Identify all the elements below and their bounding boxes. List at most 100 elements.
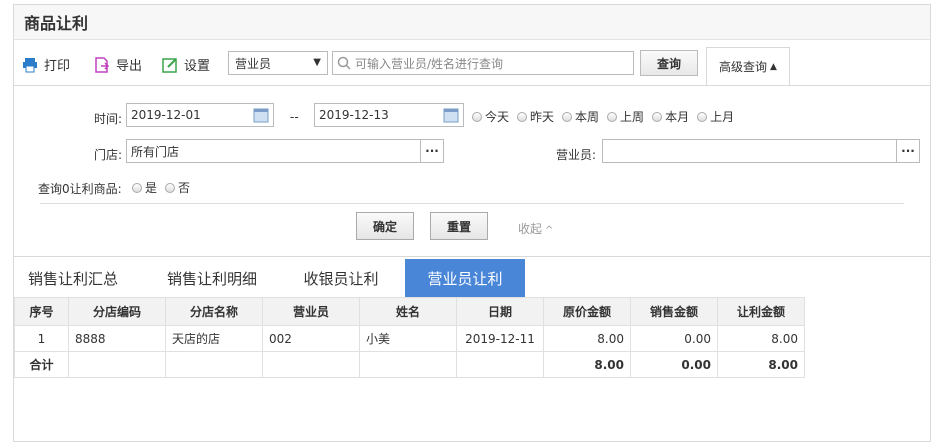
col-header: 让利金额 (717, 297, 805, 326)
radio-circle (652, 111, 663, 122)
search-field-value: 营业员 (235, 56, 272, 71)
cell-discount-amount: 8.00 (717, 325, 805, 352)
radio-label: 本周 (575, 110, 600, 124)
search-input[interactable]: 可输入营业员/姓名进行查询 (332, 51, 634, 75)
radio-no[interactable]: 否 (165, 179, 190, 196)
radio-label: 昨天 (530, 110, 555, 124)
cell-store-code: 8888 (68, 325, 166, 352)
clerk-input[interactable]: ··· (602, 139, 920, 163)
cell-total-discount: 8.00 (717, 351, 805, 378)
advanced-filter-panel: 时间: 2019-12-01 -- 2019-12-13 今天 昨天 本周 上周 本月 上… (14, 85, 930, 258)
edit-icon (162, 57, 177, 73)
advanced-query-label: 高级查询 (719, 60, 768, 74)
page-title: 商品让利 (24, 14, 89, 33)
settings-button[interactable]: 设置 (162, 55, 210, 74)
radio-yes[interactable]: 是 (132, 179, 157, 196)
store-value: 所有门店 (131, 144, 180, 159)
calendar-icon[interactable] (443, 107, 459, 123)
col-header: 营业员 (262, 297, 360, 326)
chevron-up-icon: ^ (545, 225, 554, 236)
time-label: 时间: (94, 112, 123, 126)
collapse-link[interactable]: 收起 ^ (518, 220, 553, 237)
store-label: 门店: (94, 148, 123, 162)
print-label: 打印 (44, 59, 71, 74)
report-tabs: 销售让利汇总 销售让利明细 收银员让利 营业员让利 (14, 256, 930, 297)
cell-index: 1 (14, 325, 69, 352)
cell-date: 2019-12-11 (456, 325, 544, 352)
collapse-label: 收起 (518, 222, 543, 236)
radio-today[interactable]: 今天 (472, 108, 509, 125)
radio-circle (517, 111, 528, 122)
cell-store-name: 天店的店 (165, 325, 263, 352)
reset-button[interactable]: 重置 (430, 212, 488, 240)
date-to-value: 2019-12-13 (319, 108, 389, 122)
cell-name: 小美 (359, 325, 457, 352)
store-input[interactable]: 所有门店 ··· (126, 139, 444, 163)
col-header: 分店名称 (165, 297, 263, 326)
more-icon[interactable]: ··· (896, 139, 920, 163)
search-icon (337, 56, 351, 70)
quick-range-group: 今天 昨天 本周 上周 本月 上月 (472, 108, 742, 125)
tab-sales-discount-summary[interactable]: 销售让利汇总 (18, 259, 128, 297)
advanced-query-tab[interactable]: 高级查询 ▲ (706, 47, 790, 85)
range-separator: -- (290, 110, 299, 124)
cell-sales-amount: 0.00 (630, 325, 718, 352)
confirm-button[interactable]: 确定 (356, 212, 414, 240)
tab-clerk-discount[interactable]: 营业员让利 (405, 259, 525, 297)
zero-discount-group: 是否 (132, 179, 198, 196)
export-label: 导出 (116, 59, 143, 74)
radio-label: 是 (145, 181, 158, 195)
date-from-input[interactable]: 2019-12-01 (126, 103, 274, 127)
main-window: 商品让利 打印 导出 设置 营业员 ▼ 可输入营业员/姓名进行查询 查询 高级查… (13, 4, 931, 442)
cell-original-amount: 8.00 (543, 325, 631, 352)
col-header: 日期 (456, 297, 544, 326)
col-header: 销售金额 (630, 297, 718, 326)
radio-label: 今天 (485, 110, 510, 124)
radio-circle (472, 111, 482, 122)
divider (40, 203, 904, 204)
col-header: 原价金额 (543, 297, 631, 326)
toolbar: 打印 导出 设置 营业员 ▼ 可输入营业员/姓名进行查询 查询 高级查询 ▲ (14, 47, 930, 85)
cell-empty (165, 351, 263, 378)
table-row[interactable]: 1 8888 天店的店 002 小美 2019-12-11 8.00 0.00 … (14, 325, 805, 352)
radio-label: 本月 (665, 110, 690, 124)
radio-this-week[interactable]: 本周 (562, 108, 599, 125)
tab-sales-discount-detail[interactable]: 销售让利明细 (154, 259, 270, 297)
export-icon (95, 56, 110, 73)
date-from-value: 2019-12-01 (131, 108, 201, 122)
radio-this-month[interactable]: 本月 (652, 108, 689, 125)
query-button[interactable]: 查询 (640, 50, 698, 76)
radio-circle (562, 111, 573, 122)
radio-circle (697, 111, 708, 122)
col-header: 分店编码 (68, 297, 166, 326)
radio-last-month[interactable]: 上月 (697, 108, 734, 125)
cell-empty (262, 351, 360, 378)
caret-up-icon: ▲ (770, 61, 777, 72)
table-header-row: 序号 分店编码 分店名称 营业员 姓名 日期 原价金额 销售金额 让利金额 (14, 297, 805, 326)
calendar-icon[interactable] (253, 107, 269, 123)
chevron-down-icon: ▼ (313, 57, 321, 68)
date-to-input[interactable]: 2019-12-13 (314, 103, 464, 127)
cell-empty (359, 351, 457, 378)
clerk-label: 营业员: (556, 148, 597, 162)
zero-discount-label: 查询0让利商品: (38, 182, 122, 196)
cell-total-label: 合计 (14, 351, 69, 378)
cell-total-sales: 0.00 (630, 351, 718, 378)
more-icon[interactable]: ··· (420, 139, 444, 163)
printer-icon (23, 57, 37, 72)
cell-total-original: 8.00 (543, 351, 631, 378)
radio-circle (607, 111, 618, 122)
radio-yesterday[interactable]: 昨天 (517, 108, 554, 125)
settings-label: 设置 (184, 59, 211, 74)
radio-label: 上月 (710, 110, 735, 124)
cell-empty (68, 351, 166, 378)
discount-table: 序号 分店编码 分店名称 营业员 姓名 日期 原价金额 销售金额 让利金额 1 … (14, 297, 805, 378)
print-button[interactable]: 打印 (22, 55, 70, 74)
radio-last-week[interactable]: 上周 (607, 108, 644, 125)
export-button[interactable]: 导出 (94, 55, 142, 74)
title-bar: 商品让利 (14, 5, 930, 40)
tab-cashier-discount[interactable]: 收银员让利 (292, 259, 390, 297)
cell-clerk: 002 (262, 325, 360, 352)
radio-label: 上周 (620, 110, 645, 124)
search-field-select[interactable]: 营业员 ▼ (228, 51, 328, 75)
